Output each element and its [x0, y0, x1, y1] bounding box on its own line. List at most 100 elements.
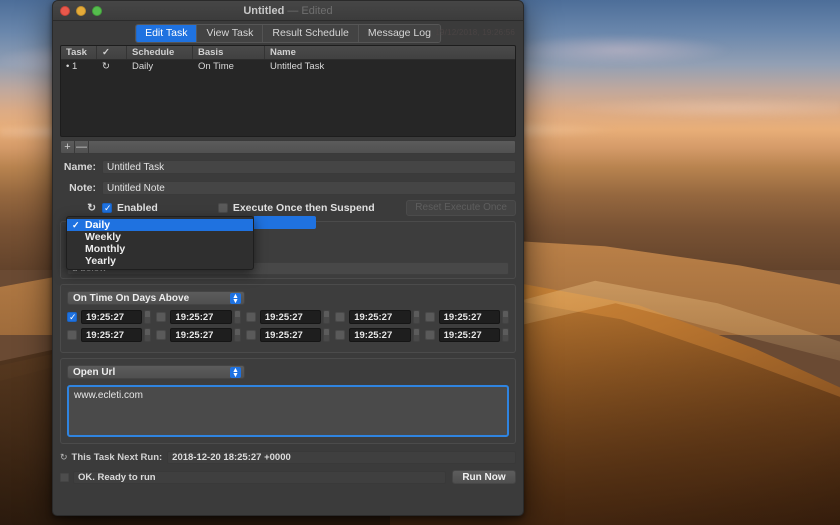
time-stepper-8[interactable]	[323, 328, 330, 342]
time-grid: 19:25:27 19:25:27 19:25:27 19:25:27 19:2…	[67, 310, 509, 342]
time-field-7[interactable]: 19:25:27	[170, 328, 231, 342]
time-checkbox-5[interactable]	[425, 312, 435, 322]
time-field-5[interactable]: 19:25:27	[439, 310, 500, 324]
execute-once-checkbox[interactable]	[218, 203, 228, 213]
time-field-9[interactable]: 19:25:27	[349, 328, 410, 342]
tab-bar[interactable]: Edit Task View Task Result Schedule Mess…	[135, 24, 441, 43]
time-checkbox-2[interactable]	[156, 312, 166, 322]
run-now-button[interactable]: Run Now	[452, 470, 516, 484]
time-checkbox-7[interactable]	[156, 330, 166, 340]
time-field-1[interactable]: 19:25:27	[81, 310, 142, 324]
basis-select[interactable]: On Time On Days Above▲▼	[67, 291, 245, 305]
add-task-button[interactable]: +	[61, 141, 75, 154]
time-cell: 19:25:27	[425, 328, 509, 342]
column-header-task[interactable]: Task	[61, 46, 97, 59]
time-cell: 19:25:27	[246, 310, 330, 324]
time-stepper-5[interactable]	[502, 310, 509, 324]
recycle-icon: ↻	[97, 60, 127, 73]
window-titlebar[interactable]: Untitled — Edited	[53, 1, 523, 21]
time-field-3[interactable]: 19:25:27	[260, 310, 321, 324]
action-select[interactable]: Open Url▲▼	[67, 365, 245, 379]
menu-item-yearly[interactable]: Yearly	[67, 255, 253, 267]
time-stepper-2[interactable]	[234, 310, 241, 324]
schedule-select-highlight	[254, 216, 316, 229]
status-message: OK. Ready to run	[73, 471, 446, 484]
next-run-value: 2018-12-20 18:25:27 +0000	[167, 451, 516, 464]
time-checkbox-9[interactable]	[335, 330, 345, 340]
time-checkbox-8[interactable]	[246, 330, 256, 340]
table-toolbar: + —	[60, 140, 516, 154]
time-row-1: 19:25:27 19:25:27 19:25:27 19:25:27 19:2…	[67, 310, 509, 324]
table-row[interactable]: • 1 ↻ Daily On Time Untitled Task	[61, 60, 515, 73]
menu-item-daily[interactable]: Daily	[67, 219, 253, 231]
tab-message-log[interactable]: Message Log	[359, 25, 440, 42]
time-stepper-9[interactable]	[413, 328, 420, 342]
action-panel: Open Url▲▼ www.ecleti.com	[60, 358, 516, 444]
task-table[interactable]: Task ✓ Schedule Basis Name • 1 ↻ Daily O…	[60, 45, 516, 137]
time-checkbox-3[interactable]	[246, 312, 256, 322]
app-window: Untitled — Edited Edit Task View Task Re…	[52, 0, 524, 516]
tab-bar-zone: Edit Task View Task Result Schedule Mess…	[53, 21, 523, 45]
note-input[interactable]: Untitled Note	[102, 181, 516, 195]
enabled-checkbox[interactable]	[102, 203, 112, 213]
chevron-updown-icon: ▲▼	[230, 367, 241, 378]
window-controls[interactable]	[60, 6, 102, 16]
tab-view-task[interactable]: View Task	[198, 25, 264, 42]
time-checkbox-6[interactable]	[67, 330, 77, 340]
window-title-text: Untitled	[243, 5, 284, 17]
cell-task: • 1	[61, 60, 97, 73]
chevron-updown-icon: ▲▼	[230, 293, 241, 304]
reset-execute-once-button[interactable]: Reset Execute Once	[406, 200, 516, 216]
tab-edit-task[interactable]: Edit Task	[136, 25, 197, 42]
column-header-basis[interactable]: Basis	[193, 46, 265, 59]
note-row: Note: Untitled Note	[60, 179, 516, 196]
menu-item-monthly[interactable]: Monthly	[67, 243, 253, 255]
recycle-icon-status: ↻	[60, 452, 68, 463]
time-checkbox-10[interactable]	[425, 330, 435, 340]
status-indicator	[60, 473, 69, 482]
cell-schedule: Daily	[127, 60, 193, 73]
time-stepper-4[interactable]	[413, 310, 420, 324]
remove-task-button[interactable]: —	[75, 141, 89, 154]
time-checkbox-4[interactable]	[335, 312, 345, 322]
name-input[interactable]: Untitled Task	[102, 160, 516, 174]
next-run-row: ↻ This Task Next Run: 2018-12-20 18:25:2…	[60, 450, 516, 464]
schedule-dropdown-menu[interactable]: Daily Weekly Monthly Yearly	[66, 216, 254, 270]
time-stepper-6[interactable]	[144, 328, 151, 342]
time-field-6[interactable]: 19:25:27	[81, 328, 142, 342]
time-field-8[interactable]: 19:25:27	[260, 328, 321, 342]
time-cell: 19:25:27	[246, 328, 330, 342]
tab-result-schedule[interactable]: Result Schedule	[263, 25, 358, 42]
time-checkbox-1[interactable]	[67, 312, 77, 322]
time-row-2: 19:25:27 19:25:27 19:25:27 19:25:27 19:2…	[67, 328, 509, 342]
window-title: Untitled — Edited	[53, 1, 523, 21]
window-timestamp: 19/12/2018, 19:26:56	[435, 28, 515, 37]
status-row: OK. Ready to run Run Now	[60, 470, 516, 484]
schedule-panel: d below Daily Weekly Monthly Yearly	[60, 221, 516, 279]
time-field-10[interactable]: 19:25:27	[439, 328, 500, 342]
time-field-2[interactable]: 19:25:27	[170, 310, 231, 324]
time-stepper-10[interactable]	[502, 328, 509, 342]
menu-item-weekly[interactable]: Weekly	[67, 231, 253, 243]
execute-once-label: Execute Once then Suspend	[233, 202, 375, 214]
column-header-name[interactable]: Name	[265, 46, 515, 59]
note-label: Note:	[60, 182, 102, 194]
column-header-check[interactable]: ✓	[97, 46, 127, 59]
time-stepper-7[interactable]	[234, 328, 241, 342]
recycle-icon-small: ↻	[60, 202, 102, 214]
maximize-button[interactable]	[92, 6, 102, 16]
cell-name: Untitled Task	[265, 60, 515, 73]
time-cell: 19:25:27	[335, 328, 419, 342]
time-stepper-3[interactable]	[323, 310, 330, 324]
time-cell: 19:25:27	[156, 310, 240, 324]
close-button[interactable]	[60, 6, 70, 16]
url-textarea[interactable]: www.ecleti.com	[67, 385, 509, 437]
window-edited-badge: — Edited	[287, 5, 332, 17]
cell-basis: On Time	[193, 60, 265, 73]
time-field-4[interactable]: 19:25:27	[349, 310, 410, 324]
enabled-row: ↻ Enabled Execute Once then Suspend Rese…	[60, 200, 516, 216]
column-header-schedule[interactable]: Schedule	[127, 46, 193, 59]
minimize-button[interactable]	[76, 6, 86, 16]
time-stepper-1[interactable]	[144, 310, 151, 324]
window-content: Task ✓ Schedule Basis Name • 1 ↻ Daily O…	[53, 45, 523, 484]
